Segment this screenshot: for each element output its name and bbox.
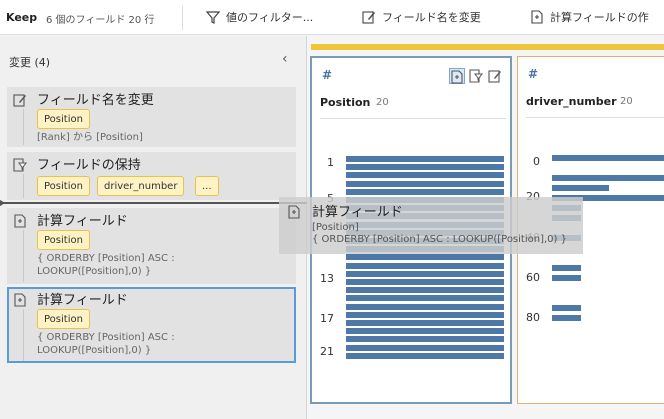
histogram-bar[interactable]	[346, 279, 504, 285]
connector-line	[23, 109, 24, 145]
change-item-rename[interactable]: フィールド名を変更 Position [Rank] から [Position]	[7, 87, 296, 147]
separator	[526, 117, 664, 118]
change-item-keep[interactable]: フィールドの保持 Position driver_number ...	[7, 152, 296, 200]
axis-tick: 0	[533, 155, 540, 168]
drag-preview-title: 計算フィールド	[312, 205, 403, 220]
axis-tick: 80	[526, 311, 540, 324]
timeline-divider	[0, 202, 307, 204]
histogram-bar[interactable]	[552, 185, 609, 191]
more-chip[interactable]: ...	[195, 176, 219, 196]
connector-line	[23, 309, 24, 361]
change-item-calc-selected[interactable]: 計算フィールド Position { ORDERBY [Position] AS…	[7, 287, 296, 363]
filter-icon	[206, 11, 220, 24]
histogram-bar[interactable]	[552, 155, 664, 161]
rename-icon[interactable]	[488, 68, 504, 84]
field-chip[interactable]: driver_number	[97, 176, 185, 196]
connector-line	[23, 174, 24, 198]
axis-tick: 1	[327, 156, 334, 169]
drag-preview: 計算フィールド [Position]{ ORDERBY [Position] A…	[279, 197, 583, 254]
field-chip[interactable]: Position	[37, 230, 90, 250]
change-item-calc[interactable]: 計算フィールド Position { ORDERBY [Position] AS…	[7, 208, 296, 284]
progress-bar	[311, 44, 664, 50]
change-title: 計算フィールド	[37, 214, 128, 229]
calculated-field-button[interactable]: 計算フィールドの作	[530, 9, 649, 27]
histogram-bar[interactable]	[346, 287, 504, 294]
field-chip[interactable]: Position	[37, 309, 90, 329]
axis-tick: 13	[320, 272, 334, 285]
histogram-bar[interactable]	[346, 254, 504, 261]
histogram-bar[interactable]	[346, 320, 504, 326]
histogram-bar[interactable]	[346, 172, 504, 179]
chevron-left-icon[interactable]: ‹	[282, 51, 288, 67]
change-title: 計算フィールド	[37, 293, 128, 308]
histogram-bar[interactable]	[346, 303, 504, 310]
histogram-bar[interactable]	[346, 352, 504, 359]
histogram-bar[interactable]	[552, 265, 581, 271]
field-count: 6 個のフィールド 20 行	[46, 15, 155, 26]
histogram-bar[interactable]	[552, 305, 581, 311]
histogram-bar[interactable]	[552, 175, 664, 181]
histogram-bar[interactable]	[346, 336, 504, 343]
field-count: 20	[376, 97, 389, 108]
number-type-icon: #	[322, 68, 333, 82]
filter-values-button[interactable]: 値のフィルター...	[206, 9, 313, 27]
histogram-bar[interactable]	[346, 188, 504, 195]
field-chip[interactable]: Position	[37, 109, 90, 129]
change-description: { ORDERBY [Position] ASC :	[37, 332, 175, 343]
connector-line	[23, 230, 24, 282]
axis-tick: 21	[320, 345, 334, 358]
histogram-bar[interactable]	[552, 275, 581, 281]
toolbar-divider	[182, 6, 183, 30]
axis-tick: 60	[526, 271, 540, 284]
change-description: LOOKUP([Position],0) }	[37, 345, 152, 356]
calc-icon	[14, 293, 26, 307]
change-description: [Rank] から [Position]	[37, 132, 143, 143]
histogram-bar[interactable]	[346, 180, 504, 187]
change-title: フィールドの保持	[37, 158, 141, 173]
keep-label: Keep	[6, 11, 38, 24]
change-title: フィールド名を変更	[37, 93, 154, 108]
change-description: { ORDERBY [Position] ASC :	[37, 253, 175, 264]
calc-icon	[288, 205, 300, 219]
histogram-bar[interactable]	[346, 295, 504, 302]
field-name: driver_number	[526, 95, 617, 108]
keep-icon[interactable]	[469, 68, 485, 84]
drag-preview-desc: [Position]{ ORDERBY [Position] ASC : LOO…	[312, 222, 567, 245]
toolbar: Keep 6 個のフィールド 20 行 値のフィルター... フィールド名を変更…	[0, 0, 664, 35]
field-count: 20	[620, 96, 633, 107]
rename-field-button[interactable]: フィールド名を変更	[362, 9, 481, 27]
calc-icon	[14, 214, 26, 228]
field-chip[interactable]: Position	[37, 176, 90, 196]
number-type-icon: #	[528, 67, 539, 81]
calc-icon	[531, 10, 543, 24]
histogram-bar[interactable]	[346, 156, 504, 162]
keep-icon	[13, 158, 27, 172]
change-description: LOOKUP([Position],0) }	[37, 266, 152, 277]
timeline-handle[interactable]	[0, 198, 5, 208]
histogram-bar[interactable]	[346, 270, 504, 277]
histogram-bar[interactable]	[346, 311, 504, 318]
field-name: Position	[320, 96, 371, 109]
rename-icon	[13, 94, 26, 107]
histogram-bar[interactable]	[346, 344, 504, 351]
axis-tick: 17	[320, 312, 334, 325]
histogram-bar[interactable]	[346, 328, 504, 335]
rename-icon	[362, 11, 375, 24]
histogram-bar[interactable]	[346, 164, 504, 171]
separator	[320, 118, 506, 119]
calc-icon[interactable]	[449, 68, 465, 84]
histogram-bar[interactable]	[552, 315, 581, 321]
changes-title: 変更 (4)	[9, 56, 51, 69]
histogram-bar[interactable]	[346, 262, 504, 269]
